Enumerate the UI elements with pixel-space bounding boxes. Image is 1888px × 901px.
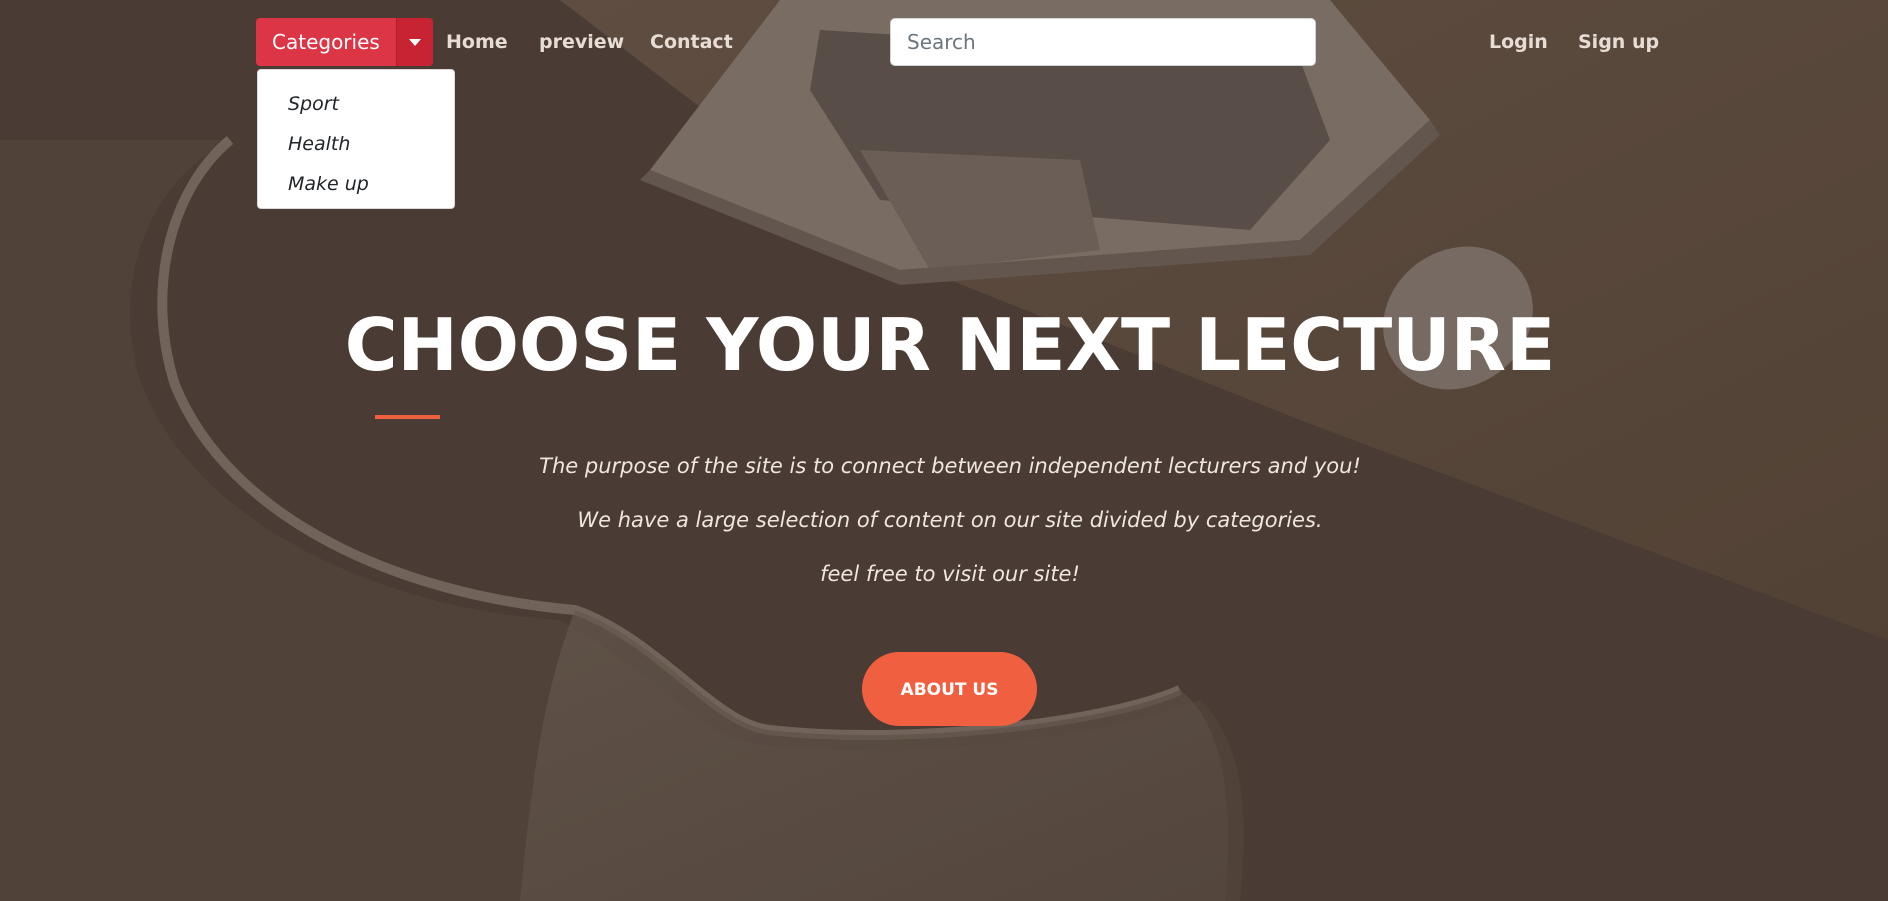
about-us-button[interactable]: ABOUT US (862, 652, 1037, 726)
nav-link-home[interactable]: Home (446, 18, 508, 66)
dropdown-item-make-up[interactable]: Make up (258, 164, 454, 204)
caret-down-icon (408, 38, 421, 46)
nav-link-contact[interactable]: Contact (650, 18, 733, 66)
nav-link-login[interactable]: Login (1489, 18, 1548, 66)
landing-page: Categories Home preview Contact Login Si… (0, 0, 1888, 901)
categories-dropdown-toggle[interactable] (395, 18, 433, 66)
nav-link-signup[interactable]: Sign up (1578, 18, 1659, 66)
hero-text-line-1: The purpose of the site is to connect be… (539, 454, 1361, 478)
dropdown-item-health[interactable]: Health (258, 124, 454, 164)
hero-title: CHOOSE YOUR NEXT LECTURE (344, 303, 1556, 387)
nav-link-preview[interactable]: preview (539, 18, 624, 66)
search-input[interactable] (890, 18, 1316, 66)
hero-divider (375, 415, 440, 419)
hero-text-line-3: feel free to visit our site! (820, 562, 1080, 586)
categories-dropdown-menu: Sport Health Make up (257, 69, 455, 209)
dropdown-item-sport[interactable]: Sport (258, 84, 454, 124)
categories-button[interactable]: Categories (256, 18, 396, 66)
hero-text-line-2: We have a large selection of content on … (577, 508, 1323, 532)
categories-split-button: Categories (256, 18, 433, 66)
